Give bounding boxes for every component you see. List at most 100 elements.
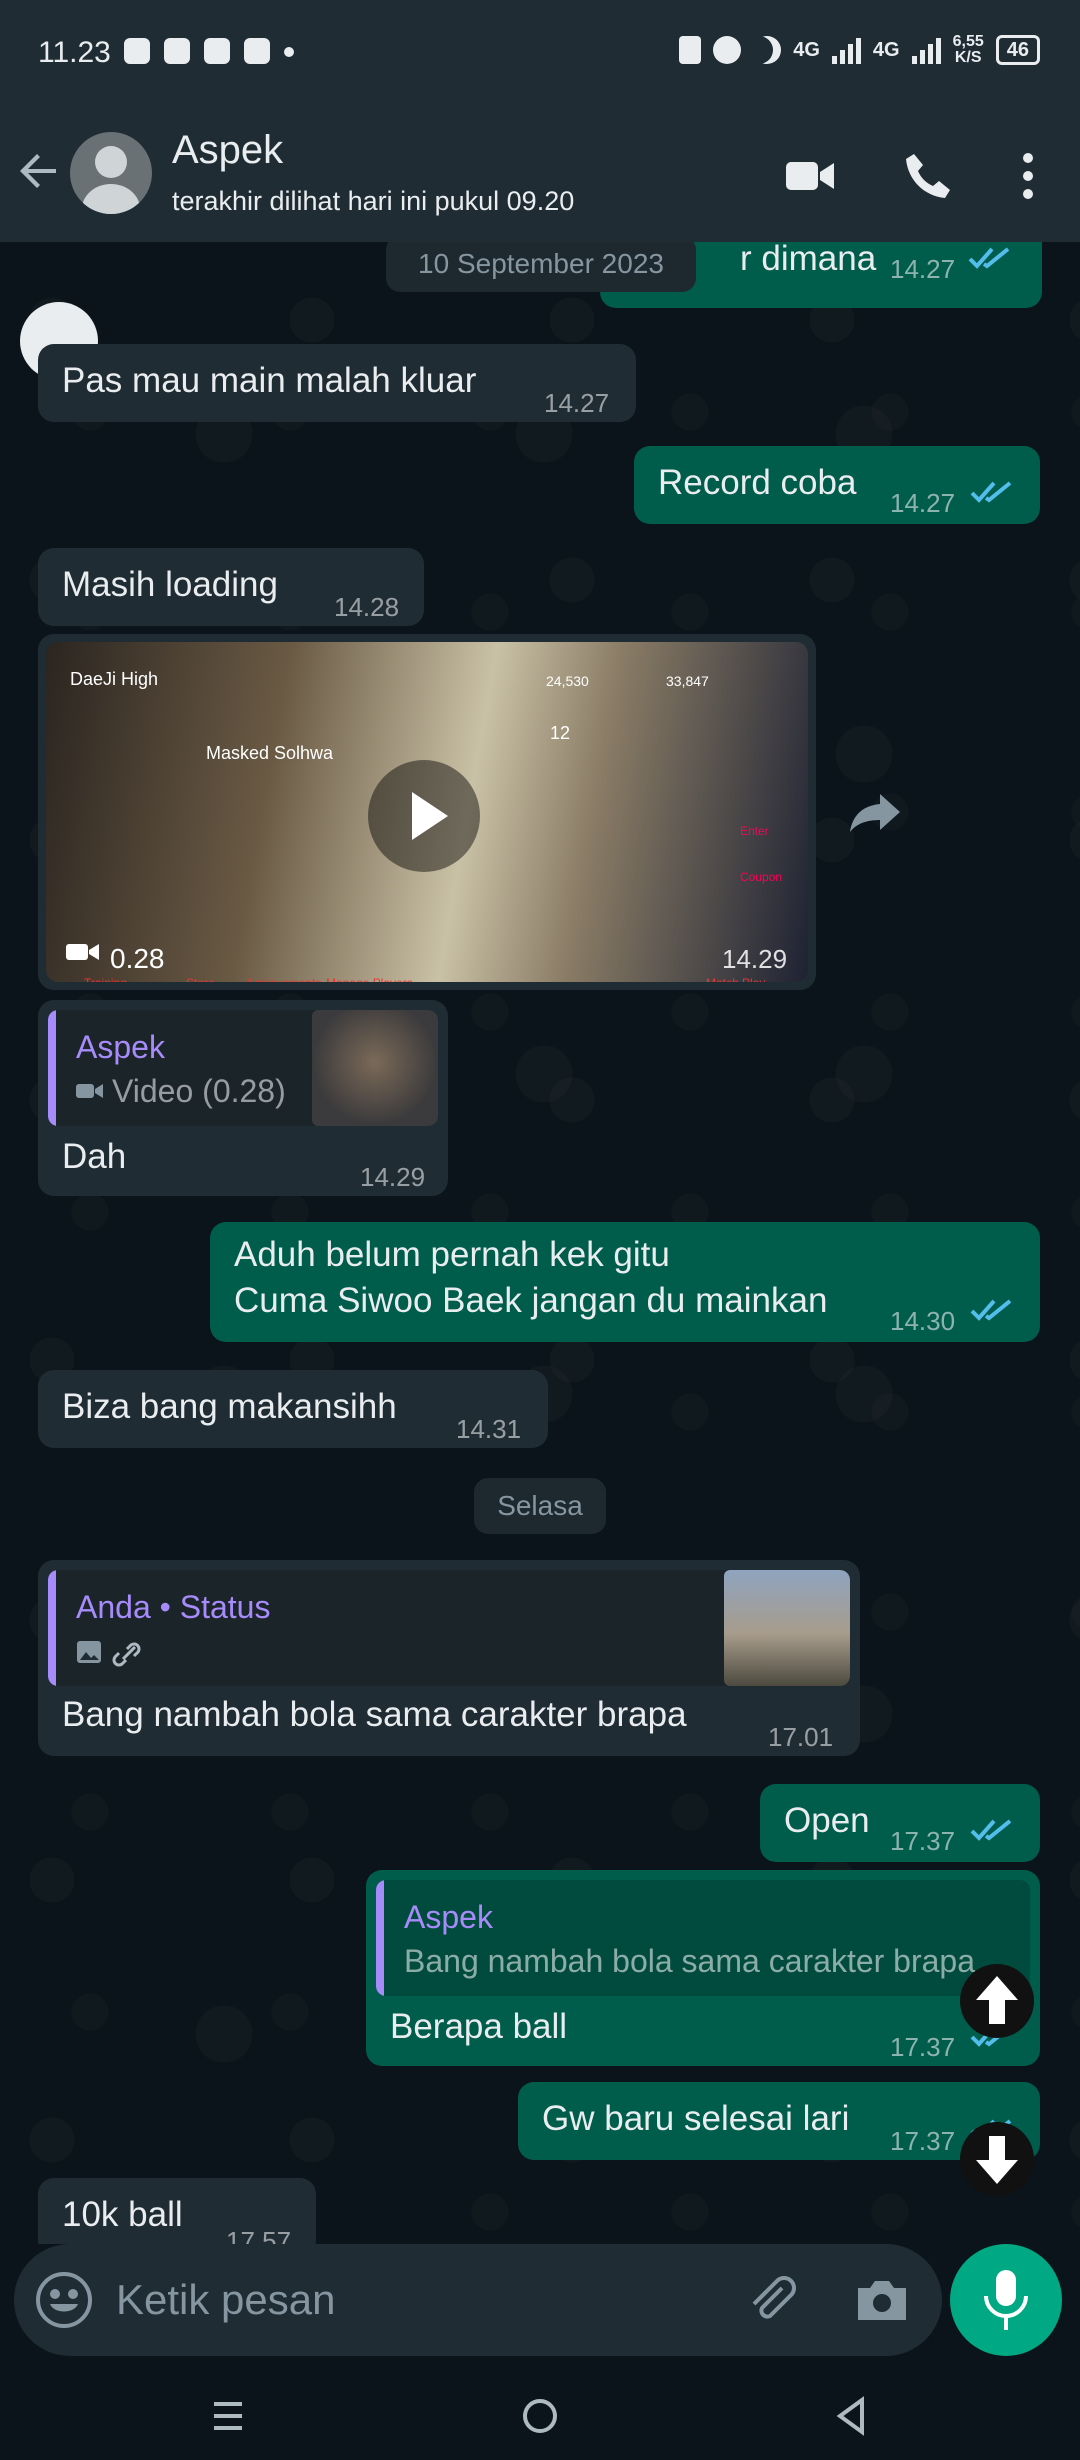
quoted-status[interactable]: Anda • Status <box>48 1570 850 1686</box>
message-text: Record coba <box>658 463 857 502</box>
message-outgoing[interactable]: Record coba 14.27 <box>634 446 1040 524</box>
alarm-icon <box>713 36 742 64</box>
message-input[interactable]: Ketik pesan <box>14 2244 942 2356</box>
image-icon <box>77 1641 101 1663</box>
forward-icon[interactable] <box>848 790 904 834</box>
quote-author: Aspek <box>404 1899 493 1935</box>
link-icon <box>112 1642 141 1667</box>
game-label: DaeJi High <box>70 669 159 689</box>
game-label: Enter Coupon <box>740 824 783 884</box>
contact-name[interactable]: Aspek <box>172 128 283 173</box>
voice-call-icon[interactable] <box>902 150 954 202</box>
signal-1-icon <box>831 36 861 64</box>
message-incoming[interactable]: Pas mau main malah kluar 14.27 <box>38 344 636 422</box>
back-nav-icon[interactable] <box>826 2390 878 2442</box>
quote-thumbnail <box>312 1010 438 1126</box>
video-thumbnail[interactable]: DaeJi High Masked Solhwa 24,530 33,847 1… <box>46 642 808 982</box>
video-camera-icon <box>66 944 99 960</box>
network-speed: 6,55 K/S <box>952 33 984 66</box>
message-incoming-status-reply[interactable]: Anda • Status Bang nambah bola sama cara… <box>38 1560 860 1756</box>
microphone-icon <box>984 2270 1028 2330</box>
date-chip: Selasa <box>474 1478 606 1534</box>
game-label: Achievements <box>246 960 321 982</box>
system-status-icons: 4G 4G 6,55 K/S 46 <box>679 34 1040 66</box>
quote-text: Bang nambah bola sama carakter brapa <box>404 1943 976 1979</box>
message-outgoing[interactable]: Aduh belum pernah kek gitu Cuma Siwoo Ba… <box>210 1222 1040 1342</box>
message-text: Pas mau main malah kluar <box>62 361 477 400</box>
quote-thumbnail <box>724 1570 850 1686</box>
video-call-icon[interactable] <box>784 150 836 202</box>
back-arrow-icon[interactable] <box>16 148 62 194</box>
more-options-icon[interactable] <box>1008 150 1048 202</box>
play-button[interactable] <box>368 760 480 872</box>
message-time: 17.37 <box>890 2032 956 2062</box>
more-notifications-dot-icon <box>284 47 294 57</box>
network-label-2: 4G <box>872 38 900 61</box>
message-text: Berapa ball <box>390 2007 568 2046</box>
arrow-up-icon <box>976 1976 1018 2024</box>
quote-author: Aspek <box>76 1029 165 1065</box>
message-text-line: Aduh belum pernah kek gitu <box>234 1235 670 1274</box>
chat-header: Aspek terakhir dilihat hari ini pukul 09… <box>0 110 1080 242</box>
scroll-down-button[interactable] <box>960 2122 1034 2196</box>
message-time: 17.01 <box>768 1722 834 1752</box>
status-time: 11.23 <box>38 36 111 69</box>
message-incoming-reply[interactable]: Aspek Video (0.28) Dah 14.29 <box>38 1000 448 1196</box>
message-time: 14.27 <box>890 488 956 518</box>
voice-message-button[interactable] <box>950 2244 1062 2356</box>
status-bar: 11.23 4G 4G 6,55 K/S 46 <box>0 0 1080 110</box>
link-notification-icon <box>164 38 190 64</box>
play-icon <box>412 792 448 840</box>
bird-notification-icon <box>244 38 270 64</box>
battery-indicator: 46 <box>995 35 1040 65</box>
message-text: 10k ball <box>62 2195 183 2234</box>
signal-2-icon <box>911 36 941 64</box>
read-ticks-icon <box>970 1819 1012 1841</box>
youtube-notification-icon <box>124 38 150 64</box>
game-label: 24,530 <box>546 673 589 689</box>
quoted-message[interactable]: Aspek Video (0.28) <box>48 1010 438 1126</box>
camera-icon[interactable] <box>852 2270 912 2330</box>
emoji-icon[interactable] <box>34 2270 94 2330</box>
message-time: 14.29 <box>360 1162 426 1192</box>
message-text: r dimana <box>740 242 877 278</box>
message-outgoing-reply[interactable]: Aspek Bang nambah bola sama carakter bra… <box>366 1870 1040 2066</box>
moon-icon <box>753 36 781 64</box>
video-message[interactable]: DaeJi High Masked Solhwa 24,530 33,847 1… <box>38 634 816 990</box>
network-label-1: 4G <box>793 38 820 61</box>
attach-icon[interactable] <box>742 2270 802 2330</box>
message-time: 14.29 <box>722 944 788 974</box>
message-text: Masih loading <box>62 565 278 604</box>
message-text: Gw baru selesai lari <box>542 2099 850 2138</box>
input-bar: Ketik pesan <box>0 2244 1080 2372</box>
message-incoming[interactable]: Biza bang makansihh 14.31 <box>38 1370 548 1448</box>
date-chip: 10 September 2023 <box>386 242 696 292</box>
chat-area[interactable]: r dimana 14.27 10 September 2023 Pas mau… <box>0 242 1080 2244</box>
home-icon[interactable] <box>514 2390 566 2442</box>
read-ticks-icon <box>970 481 1012 503</box>
video-camera-icon <box>76 1084 103 1098</box>
message-time: 14.31 <box>456 1414 522 1444</box>
quoted-message[interactable]: Aspek Bang nambah bola sama carakter bra… <box>376 1880 1030 1996</box>
game-label: 12 <box>550 723 571 743</box>
avatar[interactable] <box>70 132 152 214</box>
quote-author: Anda • Status <box>76 1589 271 1625</box>
game-label: Manage Players <box>326 960 413 982</box>
system-nav-bar <box>0 2372 1080 2460</box>
message-outgoing[interactable]: Open 17.37 <box>760 1784 1040 1862</box>
game-label: Masked Solhwa <box>206 743 334 763</box>
message-input-placeholder: Ketik pesan <box>116 2276 336 2323</box>
message-text-line: Cuma Siwoo Baek jangan du mainkan <box>234 1281 828 1320</box>
scroll-up-button[interactable] <box>960 1964 1034 2038</box>
message-incoming[interactable]: Masih loading 14.28 <box>38 548 424 626</box>
read-ticks-icon <box>970 1299 1012 1321</box>
video-duration: 0.28 <box>110 943 165 974</box>
message-time: 17.37 <box>890 1826 956 1856</box>
vibrate-icon <box>679 36 702 64</box>
message-incoming[interactable]: 10k ball 17.57 <box>38 2178 316 2244</box>
recent-apps-icon[interactable] <box>202 2390 254 2442</box>
message-text: Dah <box>62 1137 127 1176</box>
read-ticks-icon <box>968 247 1010 269</box>
game-label: 33,847 <box>666 673 709 689</box>
message-time: 14.27 <box>544 388 610 418</box>
